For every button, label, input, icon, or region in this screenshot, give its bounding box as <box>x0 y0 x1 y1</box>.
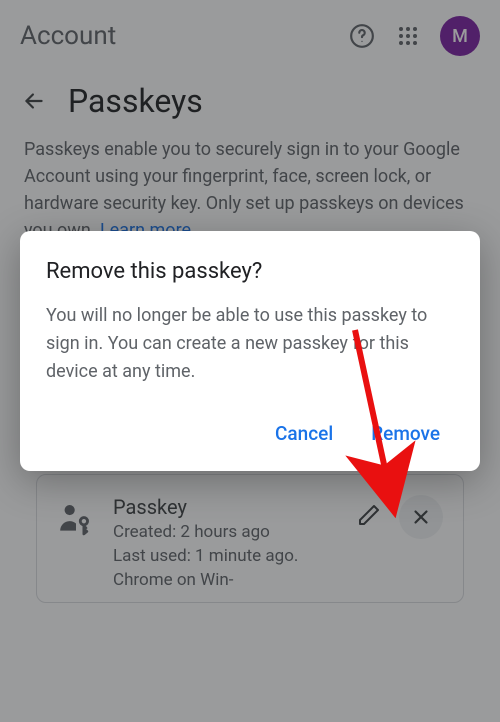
cancel-button[interactable]: Cancel <box>271 414 337 453</box>
remove-passkey-dialog: Remove this passkey? You will no longer … <box>20 231 480 471</box>
modal-overlay[interactable]: Remove this passkey? You will no longer … <box>0 0 500 722</box>
dialog-title: Remove this passkey? <box>46 259 454 284</box>
dialog-body: You will no longer be able to use this p… <box>46 302 454 386</box>
remove-button[interactable]: Remove <box>367 414 444 453</box>
dialog-actions: Cancel Remove <box>46 414 454 453</box>
